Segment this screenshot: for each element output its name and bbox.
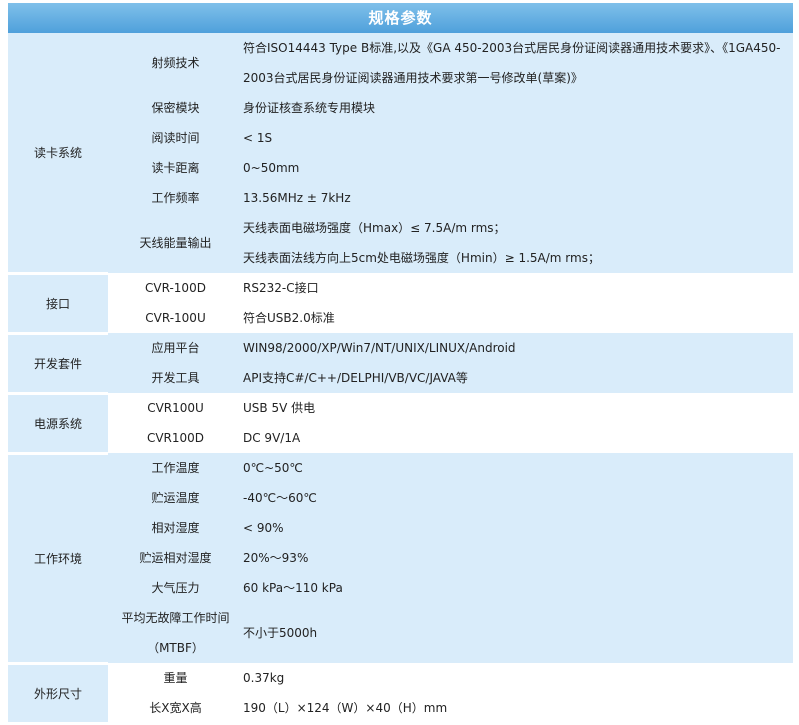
spec-row: 读卡系统 射频技术 符合ISO14443 Type B标准,以及《GA 450-20… [8, 33, 793, 275]
spec-key: 平均无故障工作时间 （MTBF） [108, 603, 243, 663]
spec-row: 天线能量输出 天线表面电磁场强度（Hmax）≤ 7.5A/m rms； 天线表面法线… [8, 213, 793, 273]
spec-key: CVR100U [108, 393, 243, 423]
section-category: 工作环境 [8, 453, 108, 665]
spec-key: 工作温度 [108, 453, 243, 483]
spec-value: < 1S [243, 123, 793, 153]
spec-value: 符合ISO14443 Type B标准,以及《GA 450-2003台式居民身份… [243, 33, 793, 93]
spec-value: -40℃～60℃ [243, 483, 793, 513]
spec-key: 相对湿度 [108, 513, 243, 543]
spec-key: 阅读时间 [108, 123, 243, 153]
spec-row: 保密模块 身份证核查系统专用模块 [8, 93, 793, 123]
spec-row: 外形尺寸 重量 0.37kg [8, 663, 793, 725]
spec-value: USB 5V 供电 [243, 393, 793, 423]
spec-key: 应用平台 [108, 333, 243, 363]
spec-value: 0~50mm [243, 153, 793, 183]
spec-row: 相对湿度 < 90% [8, 513, 793, 543]
spec-key: 开发工具 [108, 363, 243, 393]
spec-row: CVR-100U 符合USB2.0标准 [8, 303, 793, 333]
spec-key: 保密模块 [108, 93, 243, 123]
spec-row: 开发工具 API支持C#/C++/DELPHI/VB/VC/JAVA等 [8, 363, 793, 393]
spec-row: 贮运温度 -40℃～60℃ [8, 483, 793, 513]
spec-key: CVR-100D [108, 273, 243, 303]
section-category: 电源系统 [8, 393, 108, 455]
spec-value: 20%～93% [243, 543, 793, 573]
spec-value: WIN98/2000/XP/Win7/NT/UNIX/LINUX/Android [243, 333, 793, 363]
spec-key: 射频技术 [108, 33, 243, 93]
spec-value: 190（L）×124（W）×40（H）mm [243, 693, 793, 723]
spec-key: 贮运温度 [108, 483, 243, 513]
section-category: 接口 [8, 273, 108, 335]
spec-key: 工作频率 [108, 183, 243, 213]
spec-value: 0℃~50℃ [243, 453, 793, 483]
section-category: 外形尺寸 [8, 663, 108, 725]
spec-value: 0.37kg [243, 663, 793, 693]
spec-row: 贮运相对湿度 20%～93% [8, 543, 793, 573]
spec-row: CVR100D DC 9V/1A [8, 423, 793, 453]
spec-row: 读卡距离 0~50mm [8, 153, 793, 183]
spec-key: CVR-100U [108, 303, 243, 333]
spec-key: 重量 [108, 663, 243, 693]
spec-row: 工作频率 13.56MHz ± 7kHz [8, 183, 793, 213]
spec-key: 贮运相对湿度 [108, 543, 243, 573]
spec-value: DC 9V/1A [243, 423, 793, 453]
spec-key: 天线能量输出 [108, 213, 243, 273]
spec-row: 阅读时间 < 1S [8, 123, 793, 153]
spec-value: 13.56MHz ± 7kHz [243, 183, 793, 213]
spec-row: 长X宽X高 190（L）×124（W）×40（H）mm [8, 693, 793, 723]
spec-row: 接口 CVR-100D RS232-C接口 [8, 273, 793, 335]
spec-key: 读卡距离 [108, 153, 243, 183]
spec-value: API支持C#/C++/DELPHI/VB/VC/JAVA等 [243, 363, 793, 393]
spec-value: 不小于5000h [243, 603, 793, 663]
spec-row: 电源系统 CVR100U USB 5V 供电 [8, 393, 793, 455]
spec-row: 大气压力 60 kPa～110 kPa [8, 573, 793, 603]
spec-value: 符合USB2.0标准 [243, 303, 793, 333]
section-category: 开发套件 [8, 333, 108, 395]
spec-value: 身份证核查系统专用模块 [243, 93, 793, 123]
spec-row: 平均无故障工作时间 （MTBF） 不小于5000h [8, 603, 793, 663]
spec-row: 工作环境 工作温度 0℃~50℃ [8, 453, 793, 665]
spec-key: 大气压力 [108, 573, 243, 603]
spec-key: CVR100D [108, 423, 243, 453]
spec-value: RS232-C接口 [243, 273, 793, 303]
spec-row: 开发套件 应用平台 WIN98/2000/XP/Win7/NT/UNIX/LINUX… [8, 333, 793, 395]
spec-title: 规格参数 [8, 3, 793, 33]
spec-value: 60 kPa～110 kPa [243, 573, 793, 603]
section-category: 读卡系统 [8, 33, 108, 275]
spec-value: 天线表面电磁场强度（Hmax）≤ 7.5A/m rms； 天线表面法线方向上5cm… [243, 213, 793, 273]
spec-value: < 90% [243, 513, 793, 543]
spec-table: 读卡系统 射频技术 符合ISO14443 Type B标准,以及《GA 450-20… [8, 33, 793, 725]
spec-key: 长X宽X高 [108, 693, 243, 723]
